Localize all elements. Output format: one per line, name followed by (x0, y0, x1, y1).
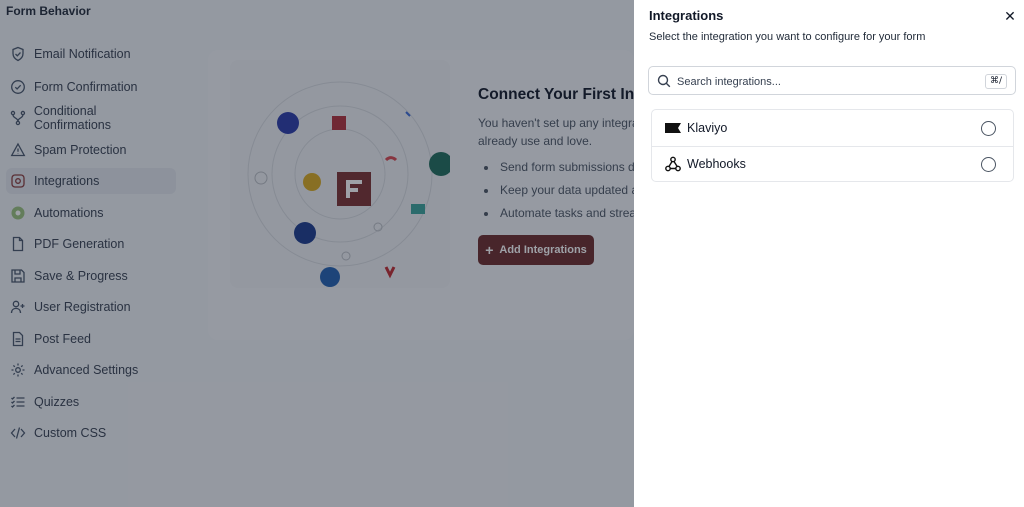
modal-overlay[interactable] (0, 0, 634, 507)
search-input[interactable] (675, 72, 979, 91)
integration-option-webhooks[interactable]: Webhooks (652, 146, 1013, 182)
integration-name: Webhooks (687, 157, 746, 171)
search-shortcut-badge: ⌘/ (985, 74, 1008, 89)
integration-radio[interactable] (981, 120, 996, 136)
integration-list: Klaviyo Webhooks (651, 109, 1014, 182)
close-icon[interactable]: ✕ (1002, 8, 1018, 24)
klaviyo-flag-icon (665, 123, 681, 133)
integrations-drawer: Integrations ✕ Select the integration yo… (634, 0, 1024, 507)
drawer-subtitle: Select the integration you want to confi… (649, 31, 926, 43)
integration-radio[interactable] (981, 156, 996, 172)
webhook-icon (665, 156, 681, 172)
drawer-title: Integrations (649, 8, 724, 23)
search-box: ⌘/ (648, 66, 1016, 95)
search-icon (657, 74, 671, 88)
integration-option-klaviyo[interactable]: Klaviyo (652, 110, 1013, 147)
integration-name: Klaviyo (687, 121, 728, 135)
